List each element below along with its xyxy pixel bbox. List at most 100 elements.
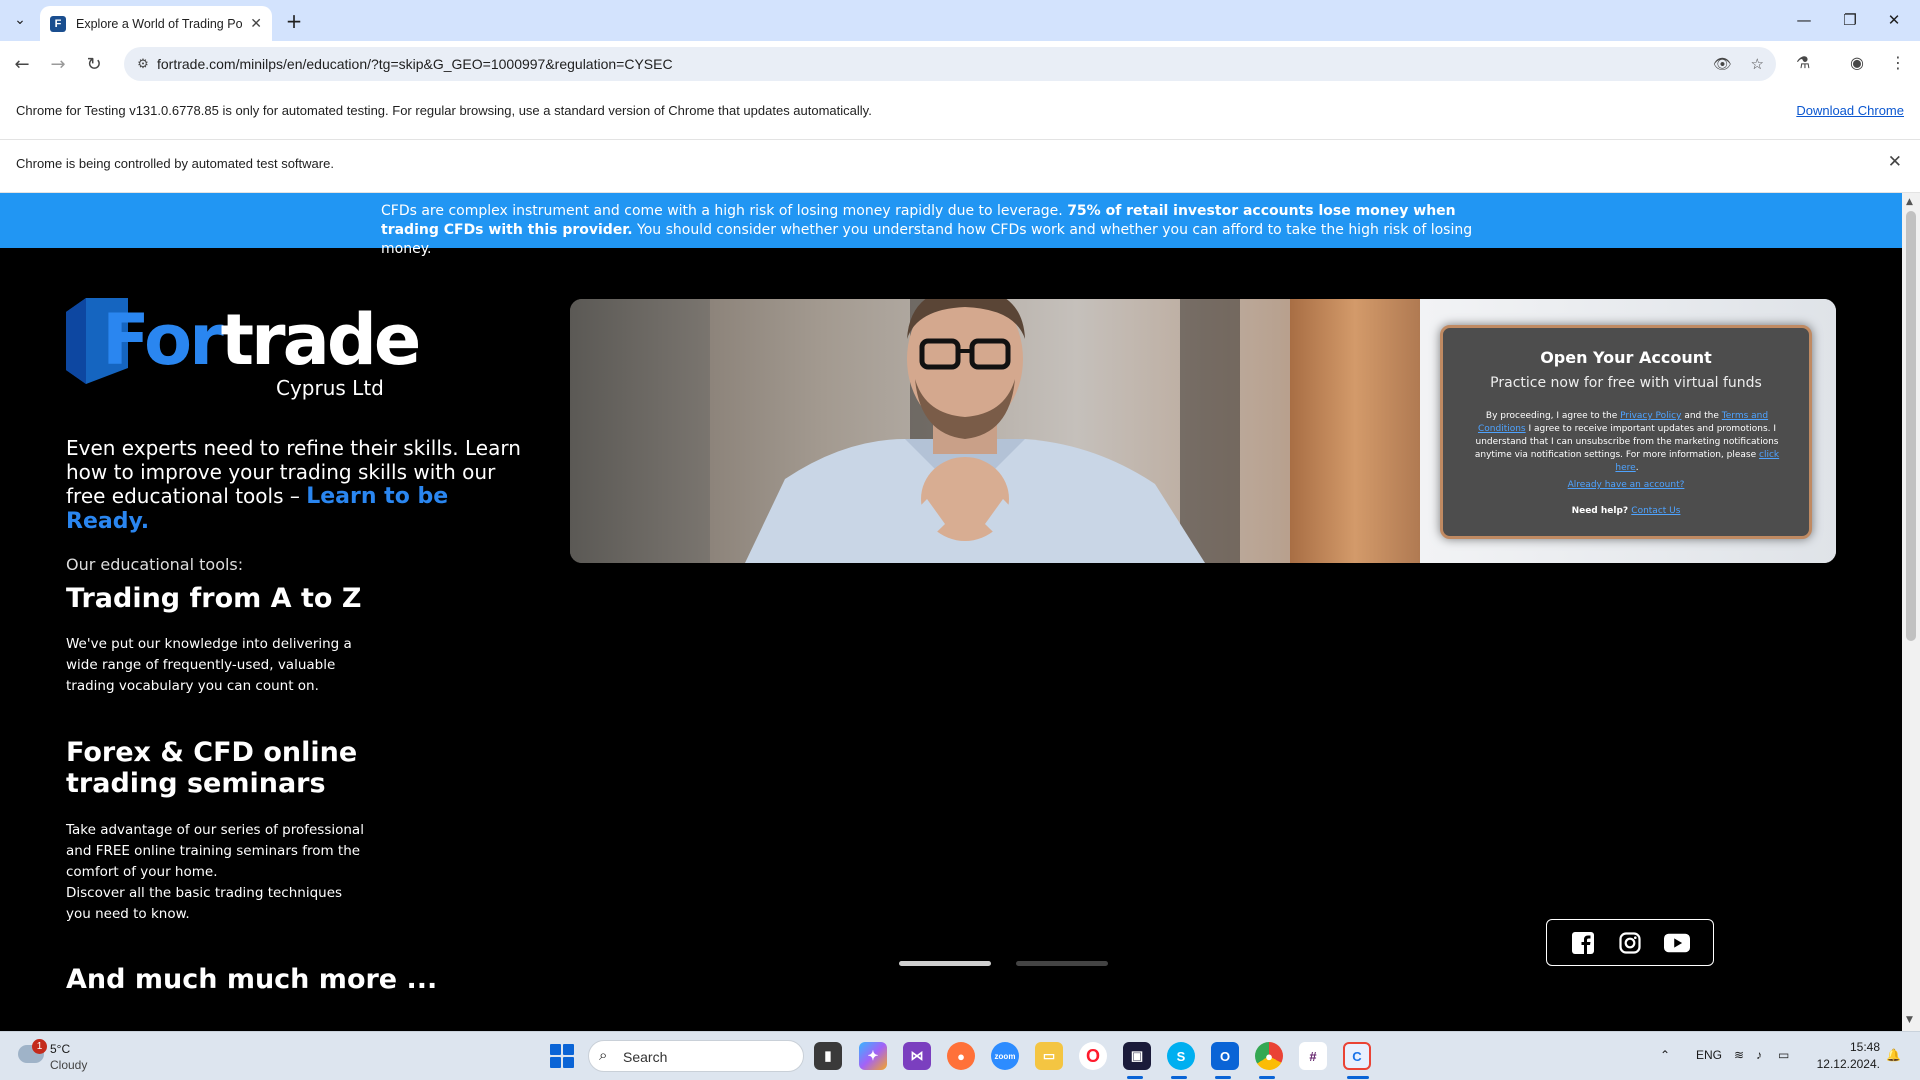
app-running-indicator xyxy=(1215,1076,1231,1079)
testing-info-text: Chrome for Testing v131.0.6778.85 is onl… xyxy=(16,103,872,118)
download-chrome-link[interactable]: Download Chrome xyxy=(1796,103,1904,118)
profile-icon[interactable]: ◉ xyxy=(1850,53,1864,72)
form-title: Open Your Account xyxy=(1540,348,1712,367)
chrome-icon[interactable]: ● xyxy=(1255,1042,1283,1070)
taskbar-search-placeholder: Search xyxy=(623,1049,668,1065)
legal-text-end: . xyxy=(1635,463,1639,473)
already-account-row: Already have an account? xyxy=(1443,480,1809,490)
battery-icon[interactable]: ▭ xyxy=(1778,1048,1789,1062)
already-have-account-link[interactable]: Already have an account? xyxy=(1568,480,1685,490)
logo-word-trade: trade xyxy=(220,299,422,381)
slack-icon[interactable]: # xyxy=(1299,1042,1327,1070)
carousel-dot-2[interactable] xyxy=(1016,961,1108,966)
copilot-icon[interactable]: ✦ xyxy=(859,1042,887,1070)
taskbar-search[interactable]: ⌕ Search xyxy=(588,1040,804,1072)
tab-search-button[interactable]: ⌄ xyxy=(8,8,32,32)
address-bar[interactable]: ⚙ fortrade.com/minilps/en/education/?tg=… xyxy=(124,47,1776,81)
new-tab-button[interactable]: + xyxy=(282,9,306,33)
wifi-icon[interactable]: ≋ xyxy=(1734,1048,1744,1062)
bookmark-star-icon[interactable]: ☆ xyxy=(1751,55,1764,73)
open-account-form: Open Your Account Practice now for free … xyxy=(1440,325,1812,539)
language-indicator[interactable]: ENG xyxy=(1696,1048,1722,1062)
file-explorer-icon[interactable]: ▭ xyxy=(1035,1042,1063,1070)
legal-text-and: and the xyxy=(1684,411,1719,421)
start-button-icon[interactable] xyxy=(550,1044,574,1068)
need-help-row: Need help? Contact Us xyxy=(1443,506,1809,516)
address-url[interactable]: fortrade.com/minilps/en/education/?tg=sk… xyxy=(157,56,673,72)
reload-button[interactable]: ↻ xyxy=(81,51,107,77)
man-thinking-illustration xyxy=(745,299,1205,563)
form-subtitle: Practice now for free with virtual funds xyxy=(1490,375,1762,391)
privacy-policy-link[interactable]: Privacy Policy xyxy=(1620,411,1681,421)
firefox-icon[interactable]: ● xyxy=(947,1042,975,1070)
section-title-seminars: Forex & CFD online trading seminars xyxy=(66,737,358,799)
hero-image: Open Your Account Practice now for free … xyxy=(570,299,1836,563)
logo-subtitle: Cyprus Ltd xyxy=(276,376,384,400)
scroll-thumb[interactable] xyxy=(1906,211,1916,641)
close-window-button[interactable]: ✕ xyxy=(1874,8,1914,32)
hero-background-wall xyxy=(570,299,710,563)
logo-word-for: For xyxy=(102,299,224,381)
fortrade-logo[interactable]: Fortrade Cyprus Ltd xyxy=(66,298,421,408)
section-body-seminars-2: Discover all the basic trading technique… xyxy=(66,885,343,922)
zoom-icon[interactable]: zoom xyxy=(991,1042,1019,1070)
tab-close-icon[interactable]: ✕ xyxy=(250,16,262,32)
weather-temp: 5°C xyxy=(50,1042,71,1056)
section-title-a-to-z: Trading from A to Z xyxy=(66,583,362,614)
restore-button[interactable]: ❐ xyxy=(1830,8,1870,32)
minimize-button[interactable]: — xyxy=(1784,8,1824,32)
opera-icon[interactable]: O xyxy=(1079,1042,1107,1070)
page-content: CFDs are complex instrument and come wit… xyxy=(0,193,1902,1031)
automation-info-text: Chrome is being controlled by automated … xyxy=(16,156,334,171)
app-active-indicator xyxy=(1347,1076,1369,1079)
scroll-down-icon[interactable]: ▼ xyxy=(1906,1015,1913,1025)
logo-wordmark: Fortrade xyxy=(102,298,422,382)
contact-us-link[interactable]: Contact Us xyxy=(1631,506,1680,516)
section-title-more: And much much more ... xyxy=(66,964,438,995)
task-view-icon[interactable]: ▮ xyxy=(814,1042,842,1070)
app-running-indicator xyxy=(1171,1076,1187,1079)
volume-icon[interactable]: ♪ xyxy=(1756,1048,1762,1062)
tab-title: Explore a World of Trading Possibilities xyxy=(76,16,242,31)
form-legal-text: By proceeding, I agree to the Privacy Po… xyxy=(1469,410,1785,475)
labs-flask-icon[interactable]: ⚗ xyxy=(1796,53,1810,72)
legal-text-1: By proceeding, I agree to the xyxy=(1485,411,1618,421)
section-body-a-to-z: We've put our knowledge into delivering … xyxy=(66,636,352,694)
instagram-icon[interactable] xyxy=(1617,930,1643,956)
forward-button[interactable]: → xyxy=(45,51,71,77)
notification-bell-icon[interactable]: 🔔 xyxy=(1886,1048,1901,1062)
close-infobar-icon[interactable]: ✕ xyxy=(1888,152,1902,172)
outlook-icon[interactable]: O xyxy=(1211,1042,1239,1070)
browser-tab-active[interactable]: F Explore a World of Trading Possibiliti… xyxy=(40,6,272,41)
tracking-protection-icon[interactable]: 👁 xyxy=(1713,55,1732,73)
chrome-testing-icon[interactable]: C xyxy=(1343,1042,1371,1070)
jetbrains-icon[interactable]: ▣ xyxy=(1123,1042,1151,1070)
back-button[interactable]: ← xyxy=(9,51,35,77)
system-clock[interactable]: 15:48 12.12.2024. xyxy=(1817,1039,1880,1073)
intro-text: Even experts need to refine their skills… xyxy=(66,436,536,534)
weather-desc: Cloudy xyxy=(50,1058,88,1072)
browser-toolbar: ← → ↻ ⚙ fortrade.com/minilps/en/educatio… xyxy=(0,41,1920,87)
app-running-indicator xyxy=(1259,1076,1275,1079)
facebook-icon[interactable] xyxy=(1570,930,1596,956)
hero-background-wood xyxy=(1290,299,1420,563)
weather-badge: 1 xyxy=(32,1039,47,1054)
visual-studio-icon[interactable]: ⋈ xyxy=(903,1042,931,1070)
risk-text-a: CFDs are complex instrument and come wit… xyxy=(381,203,1063,219)
section-body-seminars-1: Take advantage of our series of professi… xyxy=(66,822,364,880)
search-icon: ⌕ xyxy=(599,1047,608,1064)
carousel-dot-1[interactable] xyxy=(899,961,991,966)
fortrade-favicon-icon: F xyxy=(50,15,66,32)
automation-infobar: Chrome is being controlled by automated … xyxy=(0,140,1920,193)
social-links xyxy=(1546,919,1714,966)
intro-body: Even experts need to refine their skills… xyxy=(66,436,521,508)
menu-kebab-icon[interactable]: ⋮ xyxy=(1890,53,1906,72)
windows-taskbar: 1 5°C Cloudy ⌕ Search ▮ ✦ ⋈ ● zoom ▭ O ▣… xyxy=(0,1031,1920,1080)
app-running-indicator xyxy=(1127,1076,1143,1079)
site-info-icon[interactable]: ⚙ xyxy=(134,55,152,73)
tray-overflow-icon[interactable]: ⌃ xyxy=(1660,1048,1670,1062)
page-scrollbar[interactable]: ▲ ▼ xyxy=(1902,193,1920,1031)
scroll-up-icon[interactable]: ▲ xyxy=(1906,197,1913,207)
youtube-icon[interactable] xyxy=(1664,930,1691,956)
skype-icon[interactable]: S xyxy=(1167,1042,1195,1070)
